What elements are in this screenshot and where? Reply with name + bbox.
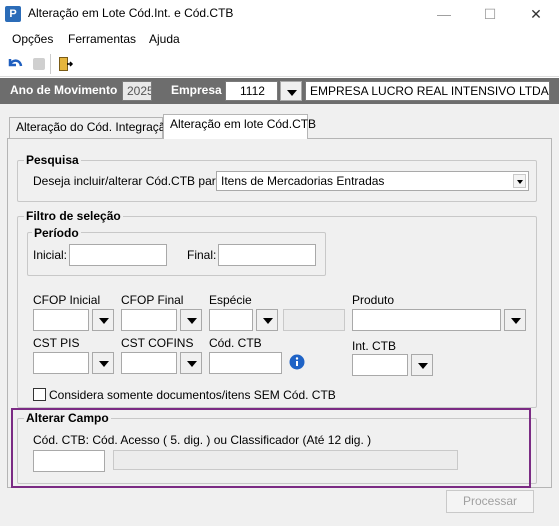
inicial-label: Inicial: (33, 248, 68, 262)
cst-pis-input[interactable] (33, 352, 89, 374)
especie-dropdown[interactable] (256, 309, 278, 331)
chevron-down-icon[interactable] (513, 174, 526, 188)
toolbar (0, 51, 559, 77)
cfop-final-dropdown[interactable] (180, 309, 202, 331)
int-ctb-input[interactable] (352, 354, 408, 376)
pesquisa-label: Deseja incluir/alterar Cód.CTB para: (33, 174, 226, 188)
menu-ajuda[interactable]: Ajuda (149, 32, 180, 46)
sem-cod-ctb-label: Considera somente documentos/itens SEM C… (49, 388, 336, 402)
cst-pis-dropdown[interactable] (92, 352, 114, 374)
filtro-title: Filtro de seleção (24, 209, 123, 223)
pesquisa-select[interactable]: Itens de Mercadorias Entradas (216, 171, 529, 191)
cfop-final-input[interactable] (121, 309, 177, 331)
cst-cofins-label: CST COFINS (121, 336, 194, 350)
produto-dropdown[interactable] (504, 309, 526, 331)
empresa-dropdown-button[interactable] (280, 81, 302, 101)
cst-cofins-input[interactable] (121, 352, 177, 374)
app-icon: P (5, 6, 21, 22)
processar-button[interactable]: Processar (446, 490, 534, 513)
especie-label: Espécie (209, 293, 252, 307)
int-ctb-dropdown[interactable] (411, 354, 433, 376)
cfop-final-label: CFOP Final (121, 293, 184, 307)
produto-input[interactable] (352, 309, 501, 331)
final-label: Final: (187, 248, 217, 262)
cfop-inicial-label: CFOP Inicial (33, 293, 101, 307)
especie-input[interactable] (209, 309, 253, 331)
cst-cofins-dropdown[interactable] (180, 352, 202, 374)
minimize-button[interactable]: — (421, 0, 467, 28)
cod-ctb-input[interactable] (209, 352, 282, 374)
final-input[interactable] (218, 244, 316, 266)
toolbar-separator (50, 54, 51, 74)
header-strip: Ano de Movimento 2025 Empresa 1112 EMPRE… (0, 78, 559, 104)
especie-description (283, 309, 345, 331)
pesquisa-select-value: Itens de Mercadorias Entradas (221, 174, 385, 188)
menu-ferramentas[interactable]: Ferramentas (68, 32, 136, 46)
cfop-inicial-input[interactable] (33, 309, 89, 331)
periodo-title: Período (32, 226, 81, 240)
info-icon[interactable] (289, 354, 305, 370)
sem-cod-ctb-checkbox[interactable] (33, 388, 46, 401)
empresa-label: Empresa (171, 83, 222, 97)
cfop-inicial-dropdown[interactable] (92, 309, 114, 331)
disabled-icon[interactable] (30, 55, 48, 73)
alterar-title: Alterar Campo (24, 411, 111, 425)
empresa-code-field[interactable]: 1112 (225, 81, 278, 101)
ano-label: Ano de Movimento (10, 83, 118, 97)
title-bar: P Alteração em Lote Cód.Int. e Cód.CTB —… (0, 0, 559, 28)
exit-door-icon[interactable] (56, 55, 74, 73)
tab-alteracao-lote-cod-ctb[interactable]: Alteração em lote Cód.CTB (163, 114, 316, 139)
menu-bar: Opções Ferramentas Ajuda (0, 28, 559, 50)
cod-ctb-label: Cód. CTB (209, 336, 262, 350)
inicial-input[interactable] (69, 244, 167, 266)
undo-icon[interactable] (6, 55, 24, 73)
empresa-name-field: EMPRESA LUCRO REAL INTENSIVO LTDA (305, 81, 550, 101)
ano-field[interactable]: 2025 (122, 81, 152, 101)
pesquisa-title: Pesquisa (24, 153, 81, 167)
cst-pis-label: CST PIS (33, 336, 80, 350)
maximize-button[interactable]: ☐ (467, 0, 513, 28)
tab-alteracao-cod-integracao[interactable]: Alteração do Cód. Integração (9, 117, 172, 138)
produto-label: Produto (352, 293, 395, 307)
menu-opcoes[interactable]: Opções (12, 32, 53, 46)
close-button[interactable]: ✕ (513, 0, 559, 28)
int-ctb-label: Int. CTB (352, 339, 397, 353)
window-title: Alteração em Lote Cód.Int. e Cód.CTB (28, 6, 234, 20)
